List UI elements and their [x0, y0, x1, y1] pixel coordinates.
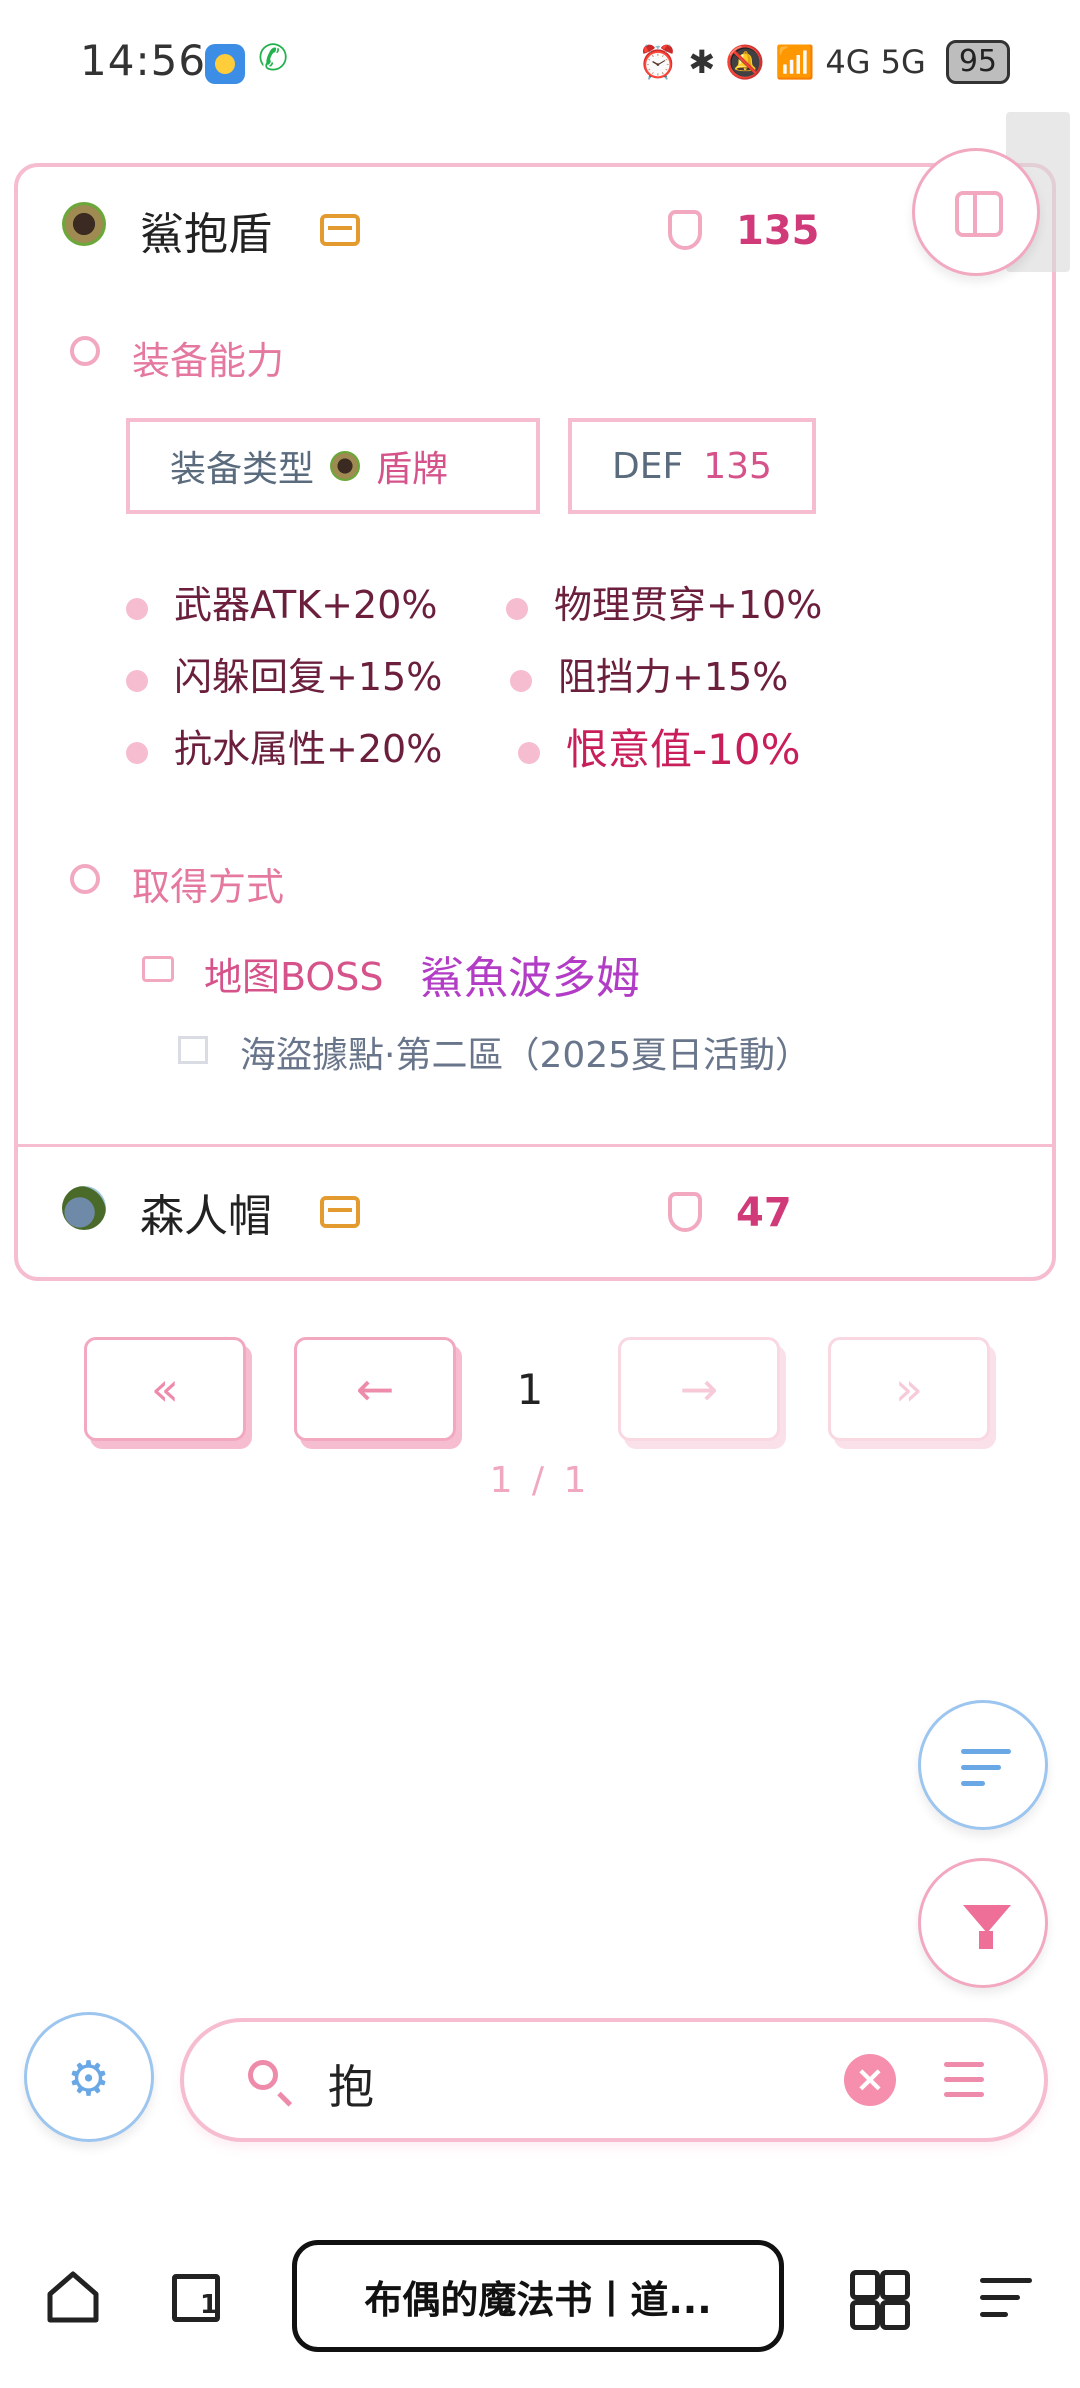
item-divider [18, 1144, 1052, 1147]
settings-button[interactable]: ⚙ [24, 2012, 154, 2142]
item-def-value: 135 [736, 208, 820, 254]
next-page-button[interactable]: → [618, 1337, 780, 1441]
status-icons: ⏰ ✱ 🔕 📶 4G 5G 95 [638, 40, 1010, 84]
map-icon [178, 1036, 208, 1064]
item-name[interactable]: 鯊抱盾 [140, 198, 272, 262]
filter-icon [963, 1905, 1011, 1933]
tab-count: 1 [200, 2290, 219, 2320]
stat-bullet [510, 670, 532, 692]
current-page: 1 [516, 1365, 544, 1414]
page-title: 布偶的魔法书丨道... [364, 2277, 712, 2322]
phone-icon: ✆ [258, 38, 289, 79]
def-label: DEF [612, 445, 684, 487]
stat-item: 闪躲回复+15% [174, 655, 443, 699]
page-total: 1 / 1 [489, 1460, 591, 1501]
weather-app-icon [205, 44, 245, 84]
search-menu-icon[interactable] [944, 2062, 984, 2107]
network-icons: ⏰ ✱ 🔕 📶 4G 5G [638, 43, 926, 81]
side-panel-icon [955, 191, 1003, 237]
location-text: 海盜據點·第二區（2025夏日活動） [240, 1035, 812, 1076]
battery-indicator: 95 [945, 40, 1010, 84]
sort-icon [961, 1749, 1011, 1754]
item-name[interactable]: 森人帽 [140, 1180, 272, 1244]
equipment-badge-icon [320, 1196, 360, 1228]
first-page-button[interactable]: « [84, 1337, 246, 1441]
gear-icon: ⚙ [67, 2051, 111, 2107]
stat-bullet [126, 742, 148, 764]
clear-search-icon[interactable]: × [844, 2054, 896, 2106]
shield-type-icon [330, 451, 361, 481]
obtain-label: 地图BOSS [204, 955, 384, 999]
search-icon [248, 2060, 278, 2090]
prev-page-button[interactable]: ← [294, 1337, 456, 1441]
ability-section-title: 装备能力 [132, 339, 285, 383]
def-tag-value: 135 [703, 445, 772, 487]
status-time: 14:56 [80, 36, 207, 85]
ability-icon [70, 336, 100, 366]
toggle-panel-button[interactable] [912, 148, 1040, 276]
type-value: 盾牌 [376, 449, 449, 490]
type-label: 装备类型 [170, 449, 315, 490]
stat-item-negative: 恨意值-10% [566, 725, 801, 774]
boss-box-icon [142, 956, 174, 982]
hat-item-icon [62, 1186, 106, 1230]
stat-item: 物理贯穿+10% [554, 583, 823, 627]
equipment-badge-icon [320, 214, 360, 246]
last-page-button[interactable]: » [828, 1337, 990, 1441]
stat-item: 抗水属性+20% [174, 727, 443, 771]
stat-bullet [126, 598, 148, 620]
search-input[interactable] [326, 2048, 810, 2120]
def-tag: DEF 135 [568, 418, 816, 514]
def-shield-icon [668, 1192, 702, 1232]
obtain-search-icon [70, 864, 100, 894]
obtain-section-title: 取得方式 [132, 865, 285, 909]
item-def-value: 47 [736, 1190, 792, 1236]
home-icon[interactable] [44, 2268, 102, 2326]
shield-item-icon [62, 202, 106, 246]
sort-button[interactable] [918, 1700, 1048, 1830]
def-shield-icon [668, 210, 702, 250]
stat-bullet [126, 670, 148, 692]
boss-name-link[interactable]: 鯊魚波多姆 [420, 942, 640, 1006]
equipment-type-tag: 装备类型 盾牌 [126, 418, 540, 514]
filter-button[interactable] [918, 1858, 1048, 1988]
apps-grid-icon[interactable] [850, 2270, 910, 2330]
stat-item: 武器ATK+20% [174, 583, 438, 627]
stat-bullet [518, 742, 540, 764]
stat-item: 阻挡力+15% [558, 655, 789, 699]
address-bar[interactable]: 布偶的魔法书丨道... [292, 2240, 784, 2352]
browser-menu-icon[interactable] [980, 2278, 1032, 2329]
stat-bullet [506, 598, 528, 620]
search-bar: × [180, 2018, 1048, 2142]
